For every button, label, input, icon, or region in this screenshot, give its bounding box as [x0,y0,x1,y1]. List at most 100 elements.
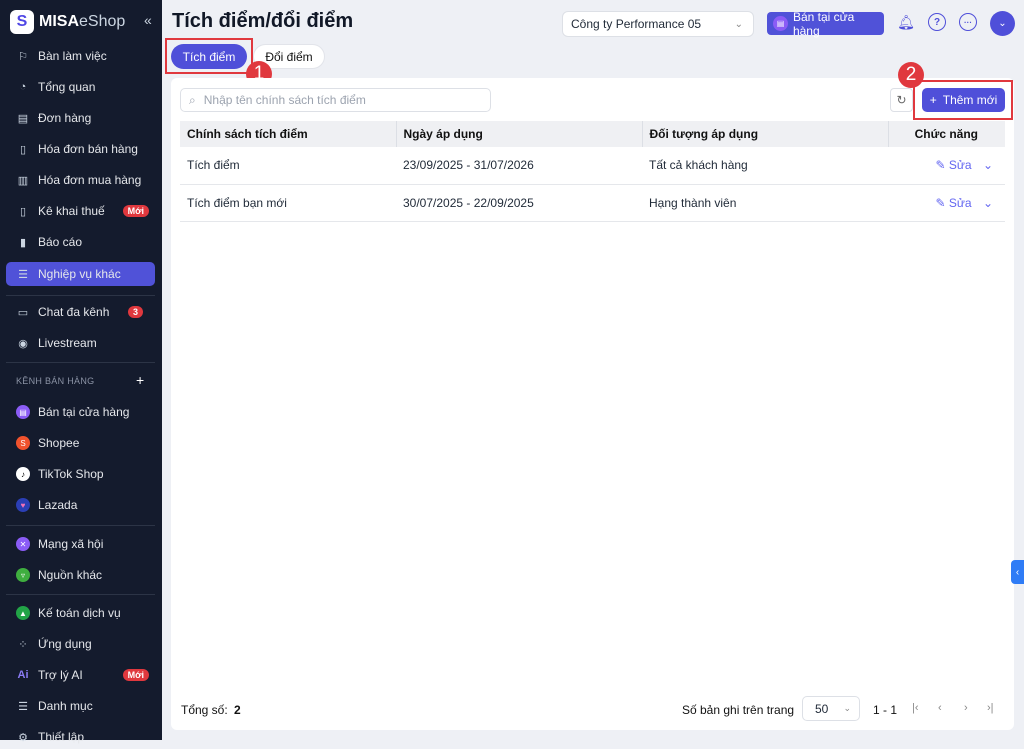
shopee-icon: S [16,436,30,450]
search-placeholder: Nhập tên chính sách tích điểm [203,93,366,107]
column-header: Chức năng [888,121,1005,147]
order-icon: ▤ [17,112,29,125]
channel-shopee[interactable]: S Shopee [6,431,155,455]
help-icon[interactable]: ? [928,13,946,31]
policy-dates: 23/09/2025 - 31/07/2026 [396,147,642,185]
sidebar-item-ke-khai-thue[interactable]: ▯ Kê khai thuế Mới [6,199,155,223]
broadcast-icon: ◉ [18,337,28,350]
add-channel-icon[interactable]: + [136,372,144,388]
label: Lazada [38,498,78,512]
sidebar: S MISAeShop « ⚐ Bàn làm việc ◔ Tổng quan ▤ Đ… [0,0,162,744]
label: Shopee [38,436,80,450]
label: Đơn hàng [38,111,92,125]
gauge-icon: ◔ [19,81,27,93]
per-page-value: 50 [815,701,829,716]
logo[interactable]: S MISAeShop [10,10,125,34]
table-row[interactable]: Tích điểm bạn mới 30/07/2025 - 22/09/202… [180,184,1005,222]
logo-brand: MISA [39,13,79,30]
bell-icon[interactable]: 🔔︎ [897,13,915,31]
label: Tổng quan [38,80,96,94]
sidebar-item-hoa-don-ban-hang[interactable]: ▯ Hóa đơn bán hàng [6,137,155,161]
last-page-icon[interactable]: ›| [987,702,994,714]
store-sale-button[interactable]: ▤ Bán tại cửa hàng [767,10,884,38]
policy-table: Chính sách tích điểm Ngày áp dụng Đối tư… [180,121,1005,222]
column-header: Ngày áp dụng [396,121,643,147]
count-badge: 3 [127,306,143,318]
sidebar-item-ke-toan-dich-vu[interactable]: ▲ Kế toán dịch vụ [6,601,155,625]
chart-icon: ▮ [19,236,27,249]
sidebar-item-don-hang[interactable]: ▤ Đơn hàng [6,106,155,130]
sidebar-item-tong-quan[interactable]: ◔ Tổng quan [6,75,155,99]
collapse-sidebar-icon[interactable]: « [144,12,152,28]
content-card: ⌕ Nhập tên chính sách tích điểm ↻ + Thêm m… [171,78,1014,730]
receipt-icon: ▥ [17,174,29,187]
sidebar-item-ban-lam-viec[interactable]: ⚐ Bàn làm việc [6,44,155,68]
label: Hóa đơn mua hàng [38,173,142,187]
company-select[interactable]: Công ty Performance 05 ⌄ [562,11,754,37]
refresh-button[interactable]: ↻ [890,88,913,112]
more-icon[interactable]: ··· [959,13,977,31]
flag-icon: ⚐ [18,50,28,63]
sidebar-item-thiet-lap[interactable]: ⚙ Thiết lập [6,725,155,749]
label: Bán tại cửa hàng [38,405,130,419]
divider [6,525,155,526]
table-row[interactable]: Tích điểm 23/09/2025 - 31/07/2026 Tất cả… [180,147,1005,185]
refresh-icon: ↻ [896,93,907,107]
channel-ban-tai-cua-hang[interactable]: ▤ Bán tại cửa hàng [6,400,155,424]
label: Chat đa kênh [38,305,110,319]
label: Kế toán dịch vụ [38,606,121,620]
next-page-icon[interactable]: › [964,702,968,714]
label: Nguồn khác [38,568,103,582]
row-actions: ✎ Sửa ⌄ [888,147,1005,185]
policy-dates: 30/07/2025 - 22/09/2025 [396,184,642,222]
new-badge: Mới [122,669,149,681]
divider [6,362,155,363]
search-input[interactable]: ⌕ Nhập tên chính sách tích điểm [180,88,491,112]
sidebar-item-tro-ly-ai[interactable]: Ai Trợ lý AI Mới [6,663,155,687]
edit-button[interactable]: ✎ Sửa [935,196,971,210]
store-icon: ▤ [773,16,788,31]
sidebar-item-danh-muc[interactable]: ☰ Danh mục [6,694,155,718]
label: Mạng xã hội [38,537,104,551]
sidebar-item-bao-cao[interactable]: ▮ Báo cáo [6,230,155,254]
label: Kê khai thuế [38,204,105,218]
edit-button[interactable]: ✎ Sửa [935,158,971,172]
logo-mark-icon: S [10,10,34,34]
label: Ứng dụng [38,637,92,651]
sidebar-item-livestream[interactable]: ◉ Livestream [6,331,155,355]
apps-icon: ⁘ [18,638,28,651]
label: TikTok Shop [38,467,104,481]
sidebar-item-mang-xa-hoi[interactable]: ✕ Mạng xã hội [6,532,155,556]
search-icon: ⌕ [189,92,196,107]
avatar[interactable]: ⌄ [990,11,1015,36]
cart-icon: ▿ [16,568,30,582]
channel-lazada[interactable]: ♥ Lazada [6,493,155,517]
label: Bàn làm việc [38,49,107,63]
chevron-down-icon: ⌄ [734,18,743,30]
policy-name: Tích điểm bạn mới [180,184,396,222]
row-actions: ✎ Sửa ⌄ [888,184,1005,222]
lazada-icon: ♥ [16,498,30,512]
expand-panel-icon[interactable]: ‹ [1011,560,1024,584]
column-header: Chính sách tích điểm [180,121,397,147]
invoice-icon: ▯ [19,143,27,156]
accounting-icon: ▲ [16,606,30,620]
pencil-icon: ✎ [935,195,949,210]
menu-icon: ☰ [18,700,28,713]
channel-tiktok[interactable]: ♪ TikTok Shop [6,462,155,486]
sidebar-item-ung-dung[interactable]: ⁘ Ứng dụng [6,632,155,656]
sidebar-item-chat-da-kenh[interactable]: ▭ Chat đa kênh 3 [6,300,155,324]
sidebar-item-hoa-don-mua-hang[interactable]: ▥ Hóa đơn mua hàng [6,168,155,192]
policy-name: Tích điểm [180,147,396,185]
sidebar-item-nghiep-vu-khac[interactable]: ☰ Nghiệp vụ khác [6,262,155,286]
prev-page-icon[interactable]: ‹ [938,702,942,714]
tax-icon: ▯ [19,205,27,218]
chevron-down-icon[interactable]: ⌄ [983,158,993,172]
chevron-down-icon[interactable]: ⌄ [983,196,993,210]
edit-label: Sửa [948,158,972,173]
ai-icon: Ai [17,669,29,681]
per-page-select[interactable]: 50 ⌄ [802,696,860,721]
company-value: Công ty Performance 05 [571,17,702,31]
sidebar-item-nguon-khac[interactable]: ▿ Nguồn khác [6,563,155,587]
first-page-icon[interactable]: |‹ [912,702,919,714]
